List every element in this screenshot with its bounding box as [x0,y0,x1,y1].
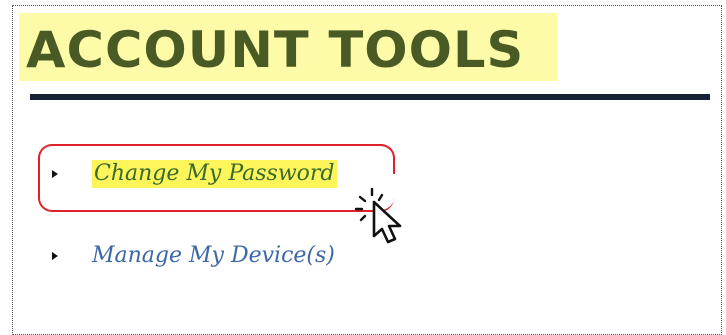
click-cursor-icon [352,186,422,250]
page-title: ACCOUNT TOOLS [26,21,525,79]
title-divider [30,94,710,100]
caret-right-icon [52,252,58,260]
menu-item-manage-devices[interactable]: Manage My Device(s) [52,242,335,270]
manage-devices-link[interactable]: Manage My Device(s) [92,242,335,270]
callout-highlight-box [38,144,394,212]
